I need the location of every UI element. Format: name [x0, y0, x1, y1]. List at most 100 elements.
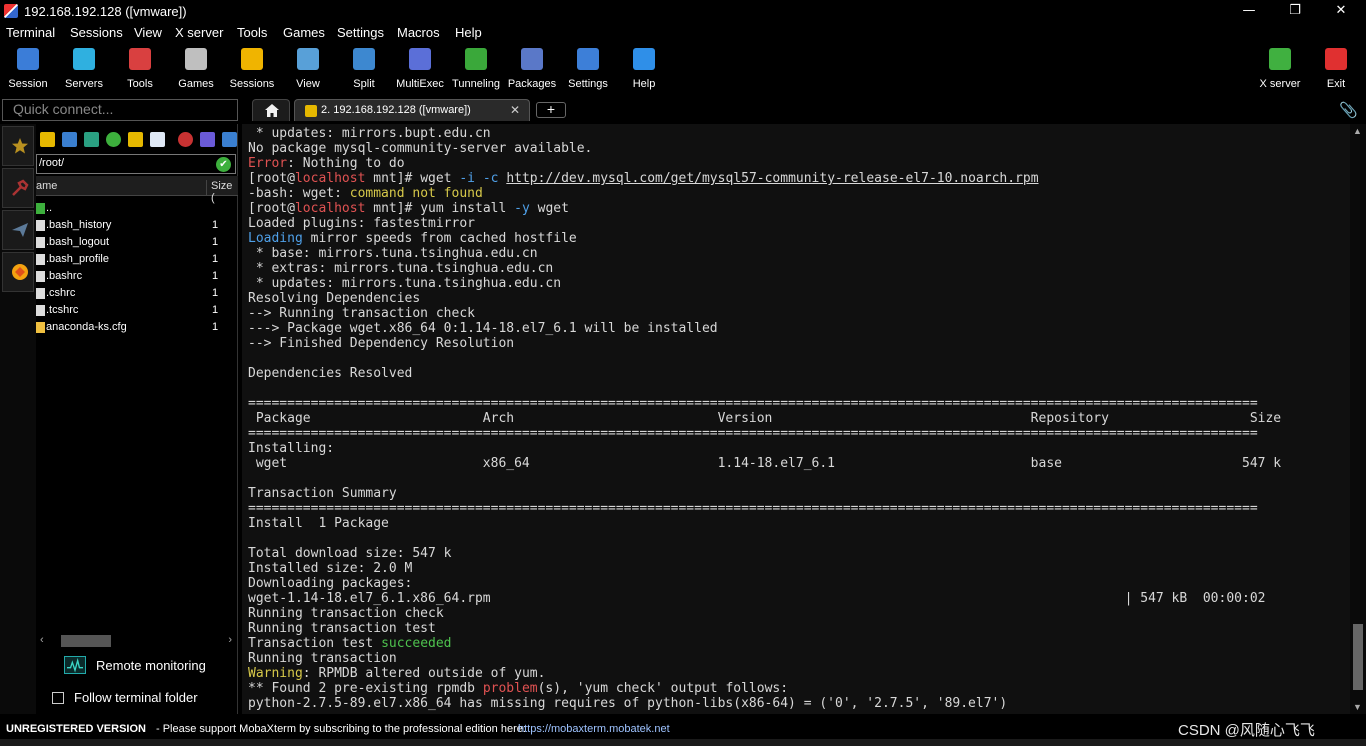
file-row[interactable]: .bashrc 1 — [36, 268, 238, 285]
sidetab-macros[interactable] — [2, 210, 34, 250]
terminal-text: Running transaction test — [248, 621, 436, 636]
split-button[interactable]: Split — [336, 46, 392, 94]
help-button[interactable]: Help — [616, 46, 672, 94]
restore-button[interactable]: ❐ — [1272, 0, 1318, 22]
checkmark-icon[interactable]: ✔ — [216, 157, 231, 172]
file-row[interactable]: .tcshrc 1 — [36, 302, 238, 319]
path-field[interactable]: /root/ ✔ — [36, 154, 236, 174]
menu-view[interactable]: View — [134, 25, 162, 40]
file-name: .bash_profile — [46, 253, 109, 265]
terminal-line: --> Finished Dependency Resolution — [248, 336, 514, 351]
terminal-scrollbar[interactable]: ▲ ▼ — [1350, 124, 1366, 714]
menu-sessions[interactable]: Sessions — [70, 25, 123, 40]
properties-icon[interactable] — [222, 132, 237, 147]
x-server-button[interactable]: X server — [1252, 46, 1308, 94]
tab-bar: 2. 192.168.192.128 ([vmware]) ✕ + 📎 — [242, 99, 1366, 121]
servers-icon — [73, 48, 95, 70]
servers-button[interactable]: Servers — [56, 46, 112, 94]
games-button[interactable]: Games — [168, 46, 224, 94]
tab-session-192-168-192-128[interactable]: 2. 192.168.192.128 ([vmware]) ✕ — [294, 99, 530, 121]
scroll-right-icon[interactable]: › — [228, 634, 232, 646]
terminal-text: Package Arch Version Repository Size — [248, 411, 1282, 426]
scroll-down-icon[interactable]: ▼ — [1353, 702, 1362, 712]
scrollbar-thumb[interactable] — [1353, 624, 1363, 690]
tunneling-button-label: Tunneling — [452, 78, 500, 90]
terminal-text: No package mysql-community-server availa… — [248, 141, 593, 156]
menu-tools[interactable]: Tools — [237, 25, 267, 40]
multiexec-button[interactable]: MultiExec — [392, 46, 448, 94]
sessions-button[interactable]: Sessions — [224, 46, 280, 94]
file-icon — [36, 254, 45, 265]
file-toolbar — [36, 128, 238, 152]
scrollbar-thumb[interactable] — [61, 635, 111, 647]
file-size: 1 — [212, 321, 219, 333]
title-bar: 192.168.192.128 ([vmware]) — ❐ ✕ — [0, 0, 1366, 22]
menu-help[interactable]: Help — [455, 25, 482, 40]
new-tab-button[interactable]: + — [536, 102, 566, 118]
file-row[interactable]: .bash_logout 1 — [36, 234, 238, 251]
tab-home[interactable] — [252, 99, 290, 121]
terminal-text: ---> Package wget.x86_64 0:1.14-18.el7_6… — [248, 321, 718, 336]
close-window-button[interactable]: ✕ — [1318, 0, 1364, 22]
file-icon — [36, 271, 45, 282]
terminal-line: ---> Package wget.x86_64 0:1.14-18.el7_6… — [248, 321, 718, 336]
menu-macros[interactable]: Macros — [397, 25, 440, 40]
menu-settings[interactable]: Settings — [337, 25, 384, 40]
view-button[interactable]: View — [280, 46, 336, 94]
horizontal-scrollbar[interactable]: ‹ › — [36, 634, 238, 648]
column-name-header[interactable]: ame — [36, 180, 57, 192]
terminal-line: ========================================… — [248, 426, 1258, 441]
file-size: 1 — [212, 304, 219, 316]
file-row[interactable]: .bash_history 1 — [36, 217, 238, 234]
scroll-up-icon[interactable]: ▲ — [1353, 126, 1362, 136]
packages-button[interactable]: Packages — [504, 46, 560, 94]
new-folder-icon[interactable] — [128, 132, 143, 147]
sidetab-sessions[interactable] — [2, 126, 34, 166]
exit-button[interactable]: Exit — [1308, 46, 1364, 94]
file-row[interactable]: anaconda-ks.cfg 1 — [36, 319, 238, 336]
quick-connect-input[interactable]: Quick connect... — [2, 99, 238, 121]
sidetab-sftp[interactable] — [2, 252, 34, 292]
terminal-link[interactable]: http://dev.mysql.com/get/mysql57-communi… — [506, 171, 1038, 186]
terminal-text: Resolving Dependencies — [248, 291, 421, 306]
column-size-header[interactable]: Size ( — [206, 180, 238, 204]
minimize-button[interactable]: — — [1226, 0, 1272, 22]
menu-games[interactable]: Games — [283, 25, 325, 40]
tools-button[interactable]: Tools — [112, 46, 168, 94]
open-folder-icon[interactable] — [40, 132, 55, 147]
file-row[interactable]: .cshrc 1 — [36, 285, 238, 302]
delete-icon[interactable] — [178, 132, 193, 147]
session-button[interactable]: Session — [0, 46, 56, 94]
config-file-icon — [36, 322, 45, 333]
sidetab-tools[interactable] — [2, 168, 34, 208]
download-icon[interactable] — [62, 132, 77, 147]
rename-icon[interactable] — [200, 132, 215, 147]
mobaxterm-link[interactable]: https://mobaxterm.mobatek.net — [518, 723, 670, 735]
menu-x-server[interactable]: X server — [175, 25, 223, 40]
file-name: anaconda-ks.cfg — [46, 321, 127, 333]
tab-close-icon[interactable]: ✕ — [510, 103, 520, 117]
menu-terminal[interactable]: Terminal — [6, 25, 55, 40]
file-size: 1 — [212, 236, 219, 248]
terminal-text: Running transaction check — [248, 606, 444, 621]
refresh-icon[interactable] — [106, 132, 121, 147]
settings-button[interactable]: Settings — [560, 46, 616, 94]
checkbox[interactable] — [52, 692, 64, 704]
new-file-icon[interactable] — [150, 132, 165, 147]
file-name: .cshrc — [46, 287, 76, 299]
file-row-parent[interactable]: .. — [36, 200, 238, 217]
file-row[interactable]: .bash_profile 1 — [36, 251, 238, 268]
exit-button-label: Exit — [1326, 78, 1346, 90]
terminal-text: Running transaction — [248, 651, 397, 666]
file-icon — [36, 288, 45, 299]
terminal-output[interactable]: * updates: mirrors.bupt.edu.cn No package… — [242, 124, 1350, 714]
tunneling-button[interactable]: Tunneling — [448, 46, 504, 94]
scroll-left-icon[interactable]: ‹ — [40, 634, 44, 646]
upload-icon[interactable] — [84, 132, 99, 147]
terminal-text: : RPMDB altered outside of yum. — [302, 666, 546, 681]
paperclip-icon[interactable]: 📎 — [1339, 101, 1358, 119]
app-icon — [4, 4, 18, 18]
terminal-text: mirror speeds from cached hostfile — [302, 231, 577, 246]
terminal-text: localhost — [294, 201, 366, 216]
terminal-text: -bash: wget: — [248, 186, 350, 201]
